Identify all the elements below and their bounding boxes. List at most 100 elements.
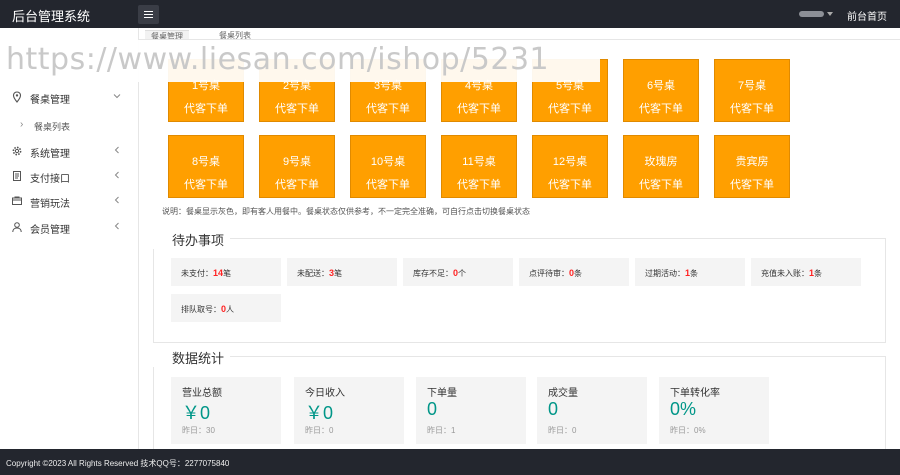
todo-low-stock[interactable]: 库存不足：0个 xyxy=(403,258,513,286)
table-name: 10号桌 xyxy=(370,156,406,168)
stat-label: 营业总额 xyxy=(182,388,222,399)
table-card[interactable]: 贵宾房 代客下单 xyxy=(714,135,790,198)
sidebar: 餐桌管理 › 餐桌列表 系统管理 支付接口 营销玩法 会员管理 xyxy=(0,28,139,449)
caret-down-icon xyxy=(827,12,833,16)
todo-count: 14 xyxy=(213,268,224,278)
order-for-guest-button[interactable]: 代客下单 xyxy=(533,100,607,116)
table-name: 6号桌 xyxy=(646,80,676,92)
stat-value: ￥0 xyxy=(305,403,334,423)
stat-value: 0 xyxy=(548,399,559,419)
sidebar-subitem-table-list[interactable]: › 餐桌列表 xyxy=(0,116,139,136)
chevron-left-icon xyxy=(114,146,119,154)
todo-pending-reviews[interactable]: 点评待审：0条 xyxy=(519,258,629,286)
todo-section xyxy=(153,238,886,343)
stat-card-deal-count: 成交量 0 昨日：0 xyxy=(537,377,647,444)
stat-card-total-revenue: 营业总额 ￥0 昨日：30 xyxy=(171,377,281,444)
todo-title: 待办事项 xyxy=(153,230,231,249)
stat-card-conversion-rate: 下单转化率 0% 昨日：0% xyxy=(659,377,769,444)
hamburger-icon xyxy=(144,11,153,12)
order-for-guest-button[interactable]: 代客下单 xyxy=(351,176,425,192)
stat-label: 下单量 xyxy=(427,388,457,399)
order-for-guest-button[interactable]: 代客下单 xyxy=(169,100,243,116)
order-for-guest-button[interactable]: 代客下单 xyxy=(260,100,334,116)
order-for-guest-button[interactable]: 代客下单 xyxy=(442,100,516,116)
frontend-home-link[interactable]: 前台首页 xyxy=(847,8,887,23)
tab-bar: 餐桌管理 餐桌列表 xyxy=(139,28,900,40)
sidebar-item-marketing[interactable]: 营销玩法 xyxy=(0,191,139,213)
order-for-guest-button[interactable]: 代客下单 xyxy=(624,176,698,192)
todo-expired-promotions[interactable]: 过期活动：1条 xyxy=(635,258,745,286)
order-for-guest-button[interactable]: 代客下单 xyxy=(351,100,425,116)
order-for-guest-button[interactable]: 代客下单 xyxy=(260,176,334,192)
sidebar-item-tables[interactable]: 餐桌管理 xyxy=(0,87,139,109)
card-icon xyxy=(12,196,22,205)
table-card[interactable]: 7号桌 代客下单 xyxy=(714,59,790,122)
table-card[interactable]: 9号桌 代客下单 xyxy=(259,135,335,198)
todo-unpaid[interactable]: 未支付：14笔 xyxy=(171,258,281,286)
stat-label: 下单转化率 xyxy=(670,388,720,399)
footer: Copyright ©2023 All Rights Reserved 技术QQ… xyxy=(0,449,900,475)
tab-table-list[interactable]: 餐桌列表 xyxy=(219,30,251,39)
stat-yesterday: 昨日：0 xyxy=(548,426,577,435)
order-for-guest-button[interactable]: 代客下单 xyxy=(624,100,698,116)
table-name: 7号桌 xyxy=(737,80,767,92)
stats-title: 数据统计 xyxy=(153,348,231,367)
table-name: 贵宾房 xyxy=(735,156,769,168)
chevron-left-icon xyxy=(114,222,119,230)
top-bar: 后台管理系统 前台首页 xyxy=(0,0,900,28)
table-name: 11号桌 xyxy=(462,156,496,168)
table-card[interactable]: 10号桌 代客下单 xyxy=(350,135,426,198)
table-name: 玫瑰房 xyxy=(644,156,678,168)
stat-yesterday: 昨日：30 xyxy=(182,426,215,435)
tab-table-management[interactable]: 餐桌管理 xyxy=(145,30,189,39)
stat-label: 今日收入 xyxy=(305,388,345,399)
todo-undelivered[interactable]: 未配送：3笔 xyxy=(287,258,397,286)
tables-note: 说明：餐桌显示灰色，即有客人用餐中。餐桌状态仅供参考，不一定完全准确，可自行点击… xyxy=(162,207,530,216)
stat-yesterday: 昨日：0 xyxy=(305,426,334,435)
footer-copyright: Copyright ©2023 All Rights Reserved 技术QQ… xyxy=(6,459,230,468)
user-menu[interactable] xyxy=(799,10,833,18)
stat-value: 0% xyxy=(670,399,697,419)
stat-label: 成交量 xyxy=(548,388,578,399)
document-icon xyxy=(13,171,21,181)
watermark-text: https://www.liesan.com/ishop/5231 xyxy=(6,42,550,77)
order-for-guest-button[interactable]: 代客下单 xyxy=(169,176,243,192)
table-card[interactable]: 8号桌 代客下单 xyxy=(168,135,244,198)
user-icon xyxy=(12,222,22,233)
table-card[interactable]: 玫瑰房 代客下单 xyxy=(623,135,699,198)
sidebar-item-payment[interactable]: 支付接口 xyxy=(0,166,139,188)
order-for-guest-button[interactable]: 代客下单 xyxy=(715,100,789,116)
order-for-guest-button[interactable]: 代客下单 xyxy=(442,176,516,192)
sidebar-item-label: 系统管理 xyxy=(30,149,70,160)
table-name: 12号桌 xyxy=(552,156,588,168)
chevron-right-icon: › xyxy=(20,119,24,130)
avatar xyxy=(799,11,824,17)
table-card[interactable]: 6号桌 代客下单 xyxy=(623,59,699,122)
chevron-down-icon xyxy=(113,94,121,99)
chevron-left-icon xyxy=(114,171,119,179)
sidebar-item-system[interactable]: 系统管理 xyxy=(0,141,139,163)
order-for-guest-button[interactable]: 代客下单 xyxy=(715,176,789,192)
location-icon xyxy=(12,91,22,103)
watermark: https://www.liesan.com/ishop/5231 xyxy=(0,40,600,82)
menu-toggle-button[interactable] xyxy=(138,5,159,24)
stat-value: 0 xyxy=(427,399,438,419)
table-card[interactable]: 12号桌 代客下单 xyxy=(532,135,608,198)
sidebar-subitem-label: 餐桌列表 xyxy=(34,122,71,132)
todo-queue-numbers[interactable]: 排队取号：0人 xyxy=(171,294,281,322)
table-card[interactable]: 11号桌 代客下单 xyxy=(441,135,517,198)
sidebar-item-label: 会员管理 xyxy=(30,225,70,236)
chevron-left-icon xyxy=(114,196,119,204)
sidebar-item-label: 营销玩法 xyxy=(30,199,70,210)
stat-yesterday: 昨日：0% xyxy=(670,426,706,435)
table-name: 9号桌 xyxy=(282,156,312,168)
main-content: 1号桌 代客下单 2号桌 代客下单 3号桌 代客下单 4号桌 代客下单 5号桌 … xyxy=(139,40,900,449)
table-name: 8号桌 xyxy=(191,156,221,168)
order-for-guest-button[interactable]: 代客下单 xyxy=(533,176,607,192)
stat-card-order-count: 下单量 0 昨日：1 xyxy=(416,377,526,444)
sidebar-item-label: 餐桌管理 xyxy=(30,95,70,106)
todo-unposted-recharge[interactable]: 充值未入账：1条 xyxy=(751,258,861,286)
sidebar-item-members[interactable]: 会员管理 xyxy=(0,217,139,239)
sidebar-item-label: 支付接口 xyxy=(30,174,70,185)
app-title: 后台管理系统 xyxy=(12,9,91,24)
